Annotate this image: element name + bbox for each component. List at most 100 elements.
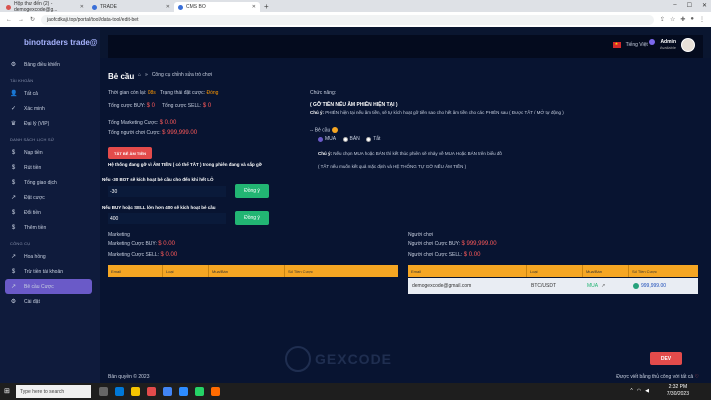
dev-button[interactable]: DEV [650,352,682,365]
section-history: DANH SÁCH LỊCH SỬ [10,137,55,142]
close-window-icon[interactable]: ✕ [702,2,707,9]
rule2-input[interactable] [108,213,226,224]
address-bar-row: ← → ↻ jaofcdkaji.top/portal/tool/data-to… [0,12,711,27]
windows-start-icon[interactable]: ⊞ [4,387,10,395]
window-controls: – ☐ ✕ [673,2,707,9]
radio-off[interactable]: Tắt [366,136,380,142]
app-icon[interactable] [195,387,204,396]
browser-chrome: Hộp thư đến (2) - demogexcode@g... ✕ TRAD… [0,0,711,27]
rule2-save-button[interactable]: Đồng ý [235,211,269,225]
share-icon[interactable]: ⇪ [660,16,665,23]
total-marketing: Tổng Marketing Cược: $ 0.00 [108,120,177,126]
function-title: ( GỠ TIỀN NẾU ÂM PHIÊN HIỆN TẠI ) [310,102,398,108]
notification-badge[interactable] [648,39,655,45]
sidebar-item-verify[interactable]: ✓ Xác minh [0,101,100,116]
players-buy: Người chơi Cược BUY: $ 999,999.00 [408,241,497,247]
chrome-icon[interactable] [163,387,172,396]
table-row[interactable]: demogexcode@gmail.com BTC/USDT MUA ↗ 999,… [408,278,698,294]
col-side: Mua/Bán [209,265,285,277]
col-side: Mua/Bán [583,265,629,277]
sidebar-item-all[interactable]: 👤 Tất cả [0,86,100,101]
sidebar-item-add-money[interactable]: $ Thêm tiền [0,220,100,235]
sidebar-item-deduct[interactable]: $ Trừ tiền tài khoản [0,264,100,279]
trend-up-icon: ↗ [601,283,606,289]
browser-tab-trade[interactable]: TRADE ✕ [88,2,174,12]
back-icon[interactable]: ← [6,17,12,23]
app-icon[interactable] [179,387,188,396]
sidebar-item-settings[interactable]: ⚙ Cài đặt [0,294,100,309]
minimize-icon[interactable]: – [673,2,676,9]
system-tray: ^ ◠ ◀ [630,388,649,394]
close-tab-icon[interactable]: ✕ [166,4,170,10]
sidebar-item-commission[interactable]: ↗ Hoa hồng [0,249,100,264]
app-icon[interactable] [147,387,156,396]
break-bet-note2: ( TẮT nếu muốn kết quả mặc định và HỆ TH… [318,164,467,169]
vietnam-flag-icon [612,41,621,48]
clock[interactable]: 2:32 PM 7/30/2023 [667,384,689,398]
trend-icon: ↗ [10,254,17,260]
dollar-icon: $ [11,268,16,275]
profile-icon[interactable]: ● [690,16,694,23]
app-icon[interactable] [211,387,220,396]
marketing-sell: Marketing Cược SELL: $ 0.00 [108,252,178,258]
chevron-up-icon[interactable]: ^ [630,388,632,394]
site-icon [92,4,97,10]
menu-icon[interactable]: ⋮ [699,16,705,23]
browser-tab-gmail[interactable]: Hộp thư đến (2) - demogexcode@g... ✕ [2,1,88,13]
dashboard-icon: ⚙ [10,62,17,68]
folder-icon[interactable] [131,387,140,396]
close-tab-icon[interactable]: ✕ [80,4,84,10]
col-amount: Số Tiền Cược [632,268,657,274]
home-icon[interactable]: ⌂ [138,72,141,78]
forward-icon[interactable]: → [18,17,24,23]
system-note: Hệ thống đang gỡ vì ÂM TIỀN ( có thể TẮT… [108,162,262,167]
user-info[interactable]: Admin Available [660,39,676,51]
breadcrumb: ⌂» Công cụ chỉnh sửa trò chơi [138,72,213,78]
trend-icon: ↗ [10,284,17,290]
tab-bar: Hộp thư đến (2) - demogexcode@g... ✕ TRAD… [0,0,711,13]
sidebar-item-transactions[interactable]: $ Tổng giao dịch [0,175,100,190]
rule1-save-button[interactable]: Đồng ý [235,184,269,198]
rule1-input[interactable] [108,186,226,197]
sidebar-item-break-bet[interactable]: ↗ Bẻ cầu Cược [5,279,92,294]
edge-icon[interactable] [115,387,124,396]
disable-loss-breaker-button[interactable]: TẮT BẺ ÂM TIỀN [108,147,152,159]
star-icon[interactable]: ☆ [670,16,675,23]
sidebar-item-deposit[interactable]: $ Nạp tiền [0,145,100,160]
new-tab-button[interactable]: + [264,2,269,12]
tether-icon [633,283,639,289]
bet-status: Trạng thái đặt cược: Đóng [160,90,219,96]
rule2-label: Nếu BUY hoặc SELL lớn hơn 400 sẽ kích ho… [102,205,216,210]
radio-sell[interactable]: BÁN [342,136,360,142]
volume-icon[interactable]: ◀ [645,388,649,394]
taskbar-search[interactable]: Type here to search [16,385,91,398]
brand-logo[interactable]: binotraders trade@ [0,27,100,57]
sidebar-item-bets[interactable]: ↗ Đặt cược [0,190,100,205]
os-taskbar: ⊞ Type here to search ^ ◠ ◀ 2:32 PM 7/30… [0,383,711,400]
sidebar-item-withdraw[interactable]: $ Rút tiền [0,160,100,175]
sidebar-item-vip[interactable]: ♛ Đại lý (VIP) [0,116,100,131]
marketing-table-header: Email Loại Mua/Bán Số Tiền Cược [108,265,398,277]
heart-icon: ♡ [694,374,699,380]
topbar: Tiếng Việt Admin Available [108,35,703,58]
col-type: Loại [527,265,583,277]
url-field[interactable]: jaofcdkaji.top/portal/tool/data-tool/edi… [41,14,654,25]
language-selector[interactable]: Tiếng Việt [626,42,648,48]
break-bet-options: MUA BÁN Tắt [318,136,385,144]
rule1-label: Nếu -30 BOT sẽ kích hoạt bẻ cầu cho đến … [102,177,214,182]
close-tab-icon[interactable]: ✕ [252,4,256,10]
extension-icon[interactable]: ✚ [680,16,685,23]
players-title: Người chơi [408,232,434,238]
maximize-icon[interactable]: ☐ [687,2,692,9]
radio-buy[interactable]: MUA [318,136,336,142]
wifi-icon[interactable]: ◠ [637,388,641,394]
function-note: Chú ý: PHIÊN hiện tại nếu âm tiền, sẽ tự… [310,110,564,115]
reload-icon[interactable]: ↻ [30,16,35,23]
dollar-icon: $ [11,164,16,171]
avatar[interactable] [681,38,695,52]
sidebar-item-dashboard[interactable]: ⚙ Bảng điều khiển [0,57,100,72]
sidebar-item-exchange[interactable]: $ Đổi tiền [0,205,100,220]
browser-tab-cms[interactable]: CMS BO ✕ [174,2,260,12]
col-amount: Số Tiền Cược [288,268,313,274]
task-view-icon[interactable] [99,387,108,396]
